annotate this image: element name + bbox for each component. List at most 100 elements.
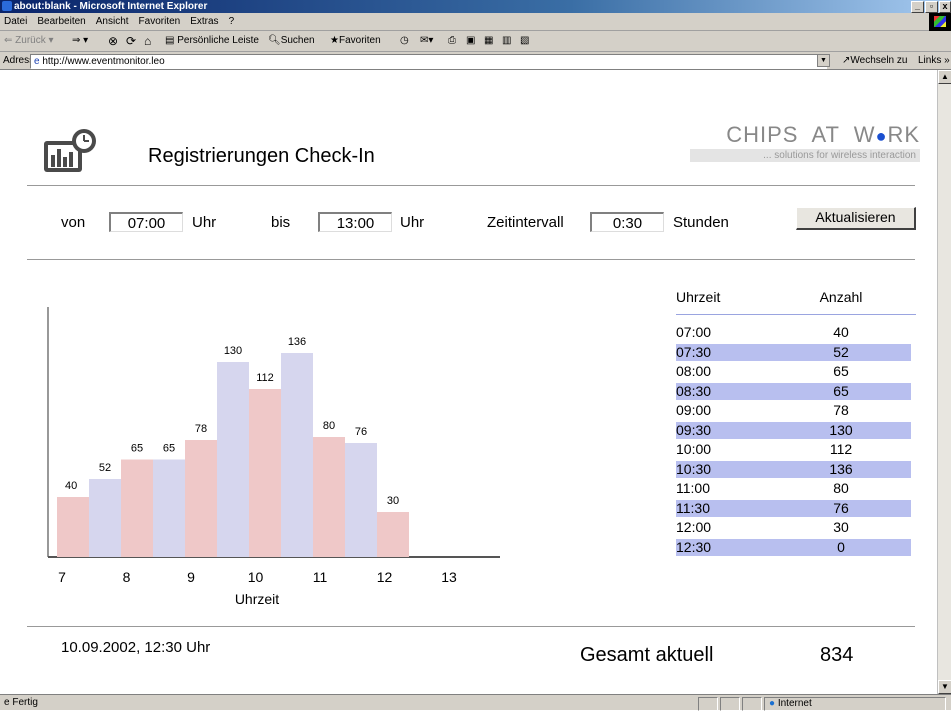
bar [313,437,345,557]
to-time-input[interactable]: 13:00 [318,212,392,232]
menu-bar: Datei Bearbeiten Ansicht Favoriten Extras? [0,13,951,31]
cell-count: 80 [833,480,849,496]
cell-count: 30 [833,519,849,535]
table-row: 12:30 0 [676,538,911,556]
brand-tagline: ... solutions for wireless interaction [690,149,920,162]
table-row: 09:30 130 [676,421,911,439]
menu-datei[interactable]: Datei [4,16,27,27]
scroll-down-icon[interactable]: ▼ [938,680,951,694]
zone-label: Internet [777,698,812,709]
table-row: 12:00 30 [676,519,911,536]
menu-favoriten[interactable]: Favoriten [139,16,181,27]
messenger-icon[interactable]: ▥ [502,31,511,51]
bar-value-label: 80 [323,420,335,432]
divider [27,626,915,627]
address-input[interactable]: e http://www.eventmonitor.leo [30,54,827,69]
close-button[interactable]: x [939,1,951,13]
menu-ansicht[interactable]: Ansicht [96,16,129,27]
from-time-input[interactable]: 07:00 [109,212,183,232]
cell-time: 11:00 [676,480,710,496]
title-bar: about:blank - Microsoft Internet Explore… [0,0,951,13]
status-text: e Fertig [4,697,38,708]
cell-time: 10:00 [676,441,712,457]
favorites-button[interactable]: ★Favoriten [330,31,381,51]
cell-count: 130 [829,421,853,438]
x-tick-label: 7 [58,569,66,585]
col-count-header: Anzahl [819,289,863,305]
cell-time: 07:00 [676,324,712,340]
bar [377,512,409,557]
zone-pane: ● Internet [764,697,946,711]
timestamp: 10.09.2002, 12:30 Uhr [61,639,211,656]
interval-label: Zeitintervall [487,214,564,231]
menu-extras[interactable]: Extras [190,16,218,27]
page-title: Registrierungen Check-In [148,145,375,167]
divider [27,259,915,260]
toolbar: ⇐ Zurück ▾ ⇒ ▾ ⊗ ⟳ ⌂ ▤ Persönliche Leist… [0,31,951,52]
x-tick-label: 13 [441,569,457,585]
home-icon[interactable]: ⌂ [144,31,151,51]
minimize-button[interactable]: _ [911,1,924,13]
menu-bearbeiten[interactable]: Bearbeiten [37,16,85,27]
windows-logo-icon [929,13,951,31]
brand-logo: CHIPS AT W●RK ... solutions for wireless… [690,122,920,162]
history-icon[interactable]: ◷ [400,31,409,51]
table-row: 09:00 78 [676,402,911,419]
bar [89,479,121,557]
back-button[interactable]: ⇐ Zurück ▾ [4,31,54,51]
from-unit-label: Uhr [192,214,217,231]
cell-time: 12:00 [676,519,712,535]
registrations-bar-chart: 405265 657813011213680 7630 7 8 9 10 11 12 13 Uh… [47,307,500,607]
maximize-button[interactable]: ▫ [925,1,938,13]
table-row: 07:30 52 [676,343,911,361]
menu-help[interactable]: ? [229,16,235,27]
status-pane [742,697,762,711]
research-icon[interactable]: ▧ [520,31,529,51]
table-row: 11:00 80 [676,480,911,497]
bar [185,440,217,557]
go-button[interactable]: ↗Wechseln zu [842,52,907,69]
bar-value-label: 136 [288,336,306,348]
cell-time: 08:00 [676,363,712,379]
refresh-icon[interactable]: ⟳ [126,31,136,51]
bar [121,459,153,557]
cell-count: 40 [833,324,849,340]
address-bar: Adresse e http://www.eventmonitor.leo ▼ … [0,52,951,70]
ie-logo-icon [2,1,12,11]
bar [217,362,249,557]
edit-icon[interactable]: ▣ [466,31,475,51]
browser-window: about:blank - Microsoft Internet Explore… [0,0,951,711]
bar-value-label: 78 [195,423,207,435]
status-pane [698,697,718,711]
scroll-up-icon[interactable]: ▲ [938,70,951,84]
cell-count: 65 [833,363,849,379]
links-button[interactable]: Links » [918,52,950,69]
brand-name: CHIPS AT W●RK [726,122,920,147]
cell-count: 112 [829,441,853,457]
col-time-header: Uhrzeit [676,289,721,305]
bar-value-label: 52 [99,462,111,474]
bar [153,459,185,557]
table-header-rule [676,314,916,315]
search-button[interactable]: 🔍︎Suchen [268,31,315,51]
cell-time: 07:30 [676,343,712,360]
stop-icon[interactable]: ⊗ [108,31,118,51]
vertical-scrollbar[interactable]: ▲ ▼ [937,70,951,694]
cell-time: 08:30 [676,382,712,399]
cell-count: 0 [837,538,845,555]
refresh-button[interactable]: Aktualisieren [796,207,916,230]
print-icon[interactable]: ⎙ [448,31,456,51]
cell-time: 09:30 [676,421,712,438]
status-bar: e Fertig ● Internet [0,694,951,711]
page-icon: e [34,56,40,67]
address-dropdown-icon[interactable]: ▼ [817,54,830,67]
cell-count: 76 [833,499,849,516]
mail-icon[interactable]: ✉▾ [420,31,433,51]
forward-button[interactable]: ⇒ ▾ [72,31,88,51]
to-unit-label: Uhr [400,214,425,231]
personal-bar-button[interactable]: ▤ Persönliche Leiste [165,31,259,51]
cell-count: 52 [833,343,849,360]
discuss-icon[interactable]: ▦ [484,31,493,51]
interval-input[interactable]: 0:30 [590,212,664,232]
total-value: 834 [820,644,854,666]
